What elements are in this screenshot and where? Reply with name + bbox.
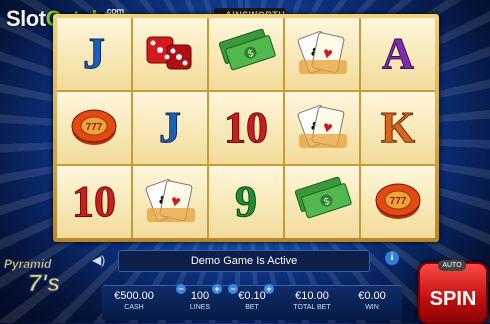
reel-cell: A [361, 18, 435, 90]
spin-label: SPIN [429, 288, 477, 310]
stat-total-bet: €10.00 TOTAL BET [282, 290, 342, 311]
svg-text:777: 777 [390, 196, 407, 207]
stats-panel: €500.00 CASH − + 100 LINES − + €0.10 BET… [102, 284, 402, 320]
reel-cell: ♣♥ [285, 92, 359, 164]
symbol-j: J [159, 103, 182, 152]
chip-icon: 777 [65, 101, 123, 156]
reel-cell: 777 [361, 166, 435, 238]
reel-cell: 10 [209, 92, 283, 164]
reel-cell: J [133, 92, 207, 164]
stat-lines: − + 100 LINES [176, 284, 222, 311]
reel-cell: 9 [209, 166, 283, 238]
stat-cash: €500.00 CASH [108, 290, 160, 311]
symbol-10: 10 [72, 177, 117, 226]
cash-icon: $ [291, 175, 353, 230]
cards-icon: ♣♥ [293, 100, 351, 157]
game-logo-line2: 7's [27, 270, 61, 298]
svg-text:777: 777 [86, 122, 103, 133]
game-logo-line1: Pyramid [4, 257, 52, 272]
lines-increase-button[interactable]: + [212, 284, 222, 294]
stat-bet: − + €0.10 BET [228, 284, 274, 311]
cash-label: CASH [124, 304, 144, 311]
reel-cell [133, 18, 207, 90]
cards-icon: ♣♥ [293, 26, 351, 83]
reel-cell: 777 [57, 92, 131, 164]
dice-icon [141, 27, 199, 82]
total-bet-value: €10.00 [295, 290, 329, 302]
reel-cell: $ [209, 18, 283, 90]
auto-button[interactable]: AUTO [438, 260, 466, 271]
reel-cell: $ [285, 166, 359, 238]
lines-label: LINES [189, 304, 211, 311]
watermark-slot: Slot [6, 6, 46, 31]
cards-icon: ♣♥ [141, 174, 199, 231]
symbol-10: 10 [224, 103, 269, 152]
info-icon[interactable]: i [385, 251, 399, 265]
reel-grid: J $ ♣♥ A 777 J 10 ♣♥ K 10 ♣♥ 9 $777 [57, 18, 435, 238]
lines-decrease-button[interactable]: − [176, 284, 186, 294]
bet-label: BET [245, 304, 259, 311]
symbol-j: J [83, 29, 106, 78]
reel-cell: K [361, 92, 435, 164]
bet-decrease-button[interactable]: − [228, 284, 238, 294]
chip-icon: 777 [369, 175, 427, 230]
reel-cell: ♣♥ [133, 166, 207, 238]
reel-cell: 10 [57, 166, 131, 238]
win-label: WIN [365, 304, 379, 311]
status-message: Demo Game Is Active [118, 250, 370, 272]
cash-icon: $ [215, 27, 277, 82]
total-bet-label: TOTAL BET [293, 304, 331, 311]
symbol-a: A [382, 29, 415, 78]
symbol-9: 9 [235, 177, 258, 226]
game-logo: Pyramid 7's [2, 252, 86, 312]
reel-frame: J $ ♣♥ A 777 J 10 ♣♥ K 10 ♣♥ 9 $777 [53, 14, 439, 242]
bet-increase-button[interactable]: + [264, 284, 274, 294]
sound-icon[interactable]: ◀) [92, 253, 105, 267]
win-value: €0.00 [358, 290, 386, 302]
reel-cell: J [57, 18, 131, 90]
reel-cell: ♣♥ [285, 18, 359, 90]
cash-value: €500.00 [114, 290, 154, 302]
stat-win: €0.00 WIN [348, 290, 396, 311]
spin-button[interactable]: AUTO SPIN [418, 260, 488, 324]
symbol-k: K [380, 103, 416, 152]
